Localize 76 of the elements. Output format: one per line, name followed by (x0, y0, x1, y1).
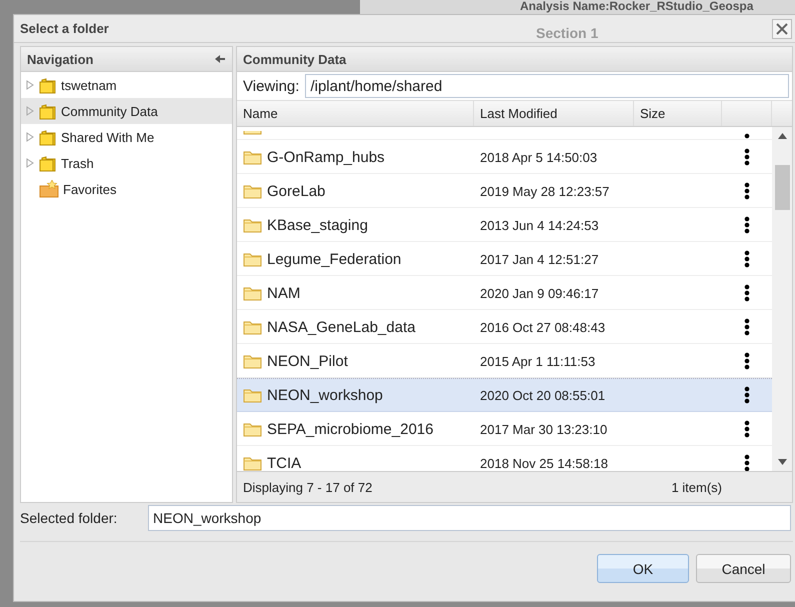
folder-icon (243, 183, 262, 199)
scroll-up-arrow-icon[interactable] (778, 133, 786, 139)
modified-cell-text: 2018 Apr 5 14:50:03 (479, 150, 598, 164)
more-options-icon[interactable] (744, 182, 750, 200)
paging-text: Displaying 7 - 17 of 72 (243, 480, 372, 494)
scrollbar[interactable] (772, 127, 792, 471)
folder-name: TCIA (267, 454, 302, 471)
folder-icon (39, 154, 57, 172)
folder-icon (243, 149, 262, 165)
folder-name: SEPA_microbiome_2016 (267, 420, 434, 438)
folder-name: KBase_staging (267, 216, 368, 234)
column-header[interactable]: Last Modified (474, 101, 634, 126)
analysis-name-text: Analysis Name:Rocker_RStudio_Geospa (520, 0, 754, 13)
more-options-icon[interactable] (744, 284, 750, 302)
tree-item-label: Shared With Me (61, 130, 154, 144)
star-folder-icon (39, 180, 59, 198)
more-options-icon[interactable] (744, 386, 750, 404)
more-options-icon[interactable] (744, 148, 750, 166)
folder-icon (243, 285, 262, 301)
table-row[interactable]: NEON_workshop 2020 Oct 20 08:55:01 (237, 378, 772, 412)
folder-name: NEON_Pilot (267, 352, 348, 370)
scrollbar-thumb[interactable] (774, 165, 790, 210)
more-options-icon[interactable] (744, 454, 750, 471)
selected-folder-label: Selected folder: (20, 510, 118, 526)
modified-cell-text: 2018 Nov 25 14:58:18 (479, 456, 609, 470)
modified-cell-text: 2016 Oct 27 08:48:43 (479, 320, 606, 334)
modified-cell-text: 2013 Jun 4 14:24:53 (479, 218, 600, 232)
modified-cell-text: 2015 Apr 1 11:11:53 (479, 354, 596, 368)
folder-icon (243, 319, 262, 335)
ok-button[interactable]: OK (597, 554, 689, 583)
folder-name: Legume_Federation (267, 250, 402, 268)
folder-icon (243, 421, 262, 437)
close-button[interactable] (772, 18, 792, 38)
modified-cell-text: 2017 Mar 30 13:23:10 (479, 422, 608, 436)
tree-item-label: Community Data (61, 104, 158, 118)
folder-name: NASA_GeneLab_data (267, 318, 416, 336)
more-options-icon[interactable] (744, 216, 750, 234)
modified-cell-text: 2020 Jan 9 09:46:17 (479, 286, 600, 300)
panel-title: Community Data (243, 52, 346, 66)
selected-folder-field[interactable]: NEON_workshop (148, 505, 791, 531)
cancel-button[interactable]: Cancel (696, 554, 791, 583)
folder-icon (243, 251, 262, 267)
more-options-icon[interactable] (744, 318, 750, 336)
modified-cell-text: 2019 May 28 12:23:57 (479, 184, 610, 198)
modified-cell-text: 2020 Oct 20 08:55:01 (479, 388, 606, 402)
modified-cell-text: 2017 Jan 4 12:51:27 (479, 252, 600, 266)
folder-icon (243, 217, 262, 233)
more-options-icon[interactable] (744, 420, 750, 438)
folder-icon (39, 128, 57, 146)
close-icon (776, 22, 788, 34)
column-header[interactable]: Name (237, 101, 474, 126)
folder-icon (243, 387, 262, 403)
folder-icon (243, 353, 262, 369)
folder-name: NAM (267, 284, 300, 302)
tree-item-label: Trash (61, 156, 94, 170)
viewing-label: Viewing: (243, 78, 300, 94)
folder-name: GoreLab (267, 182, 326, 200)
column-header[interactable]: Size (634, 101, 722, 126)
tree-item-label: Favorites (63, 182, 116, 196)
dot-icon (744, 133, 750, 139)
folder-icon (39, 102, 57, 120)
folder-icon (39, 76, 57, 94)
more-options-icon[interactable] (744, 250, 750, 268)
section-heading: Section 1 (536, 25, 598, 41)
folder-name: G-OnRamp_hubs (267, 148, 385, 166)
tree-item[interactable]: Community Data (21, 98, 232, 124)
tree-item-label: tswetnam (61, 78, 117, 92)
folder-name: NEON_workshop (267, 386, 383, 404)
scroll-down-arrow-icon[interactable] (778, 459, 786, 465)
window-title: Select a folder (20, 21, 109, 36)
more-options-icon[interactable] (744, 352, 750, 370)
path-field[interactable]: /iplant/home/shared (305, 74, 789, 98)
collapse-arrow-icon[interactable] (214, 54, 226, 64)
panel-title: Navigation (27, 52, 94, 66)
selection-count: 1 item(s) (671, 480, 722, 494)
folder-icon (243, 455, 262, 471)
